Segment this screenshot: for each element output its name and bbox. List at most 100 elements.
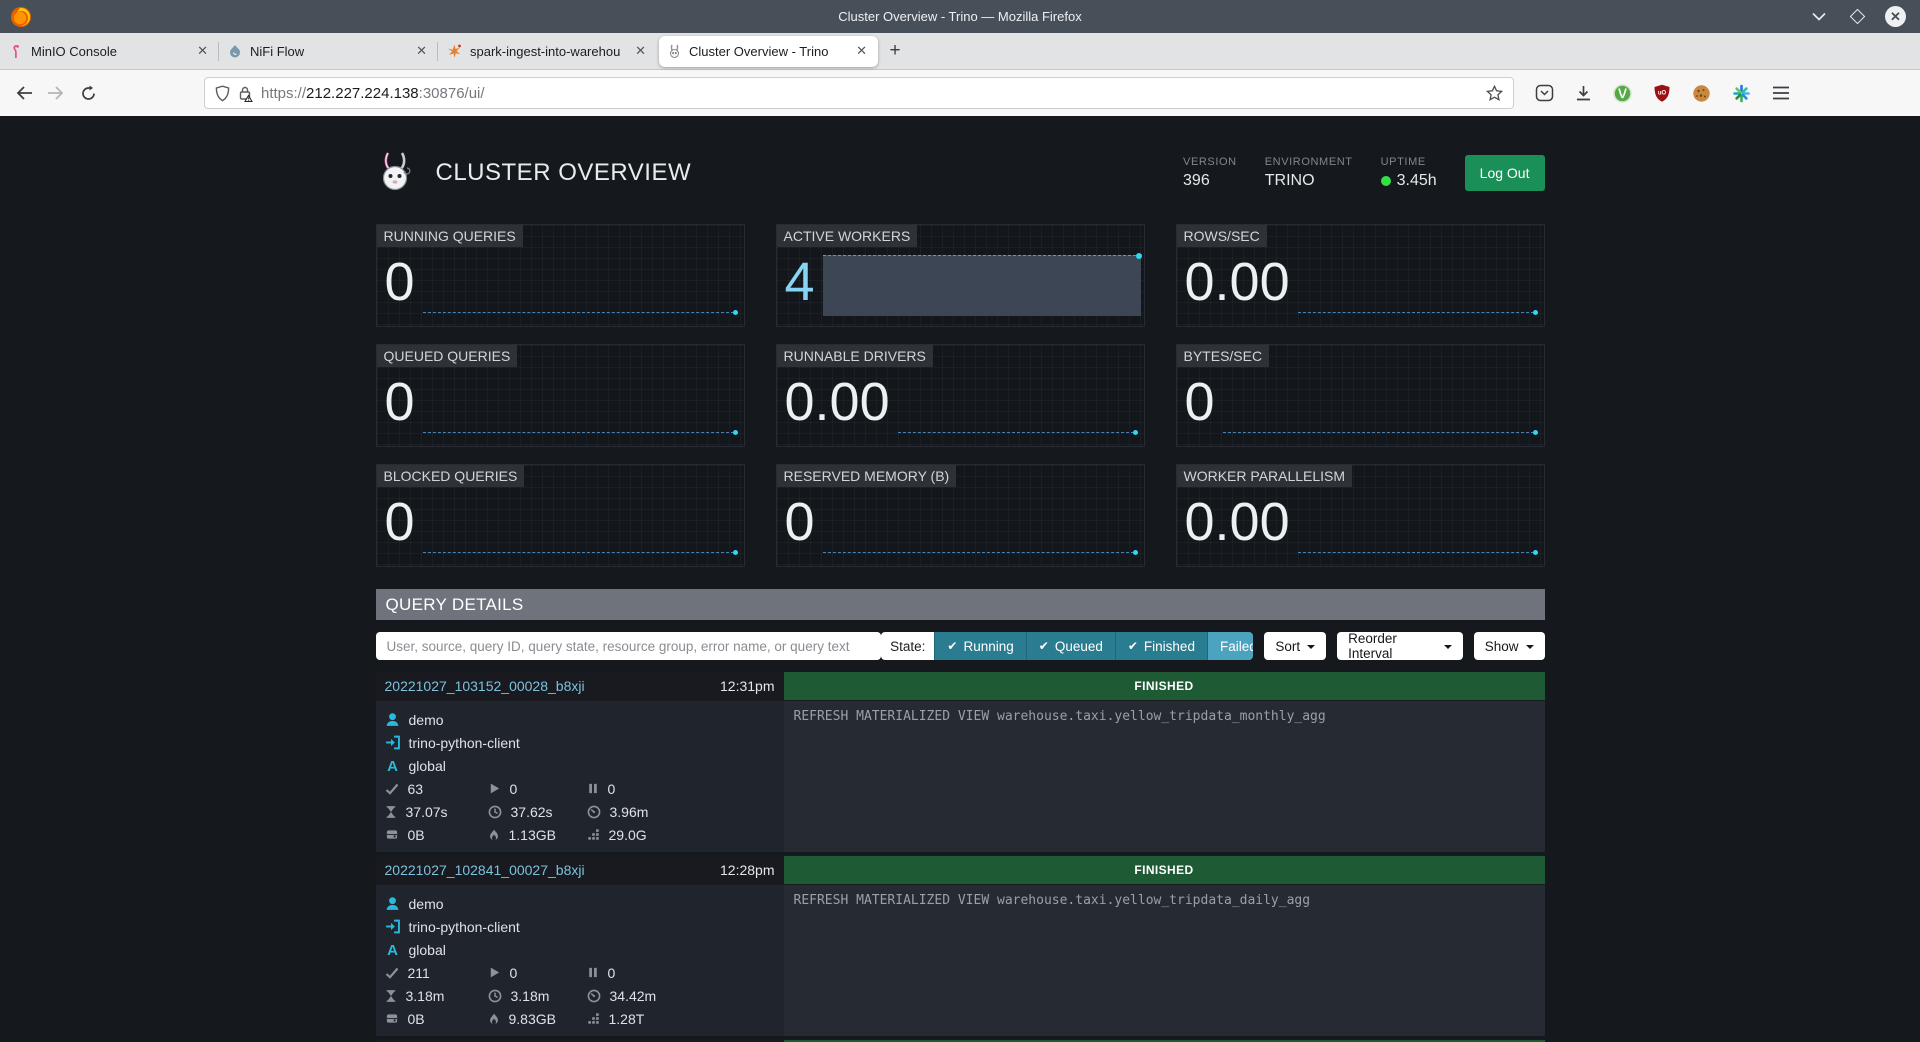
cpu-time: 3.18m — [511, 988, 550, 1004]
tab-title: Cluster Overview - Trino — [689, 44, 846, 59]
state-filter-failed-dropdown[interactable]: Failed — [1207, 632, 1253, 660]
sparkline — [423, 247, 741, 319]
downloads-icon[interactable] — [1575, 85, 1592, 102]
window-close-button[interactable]: ✕ — [1885, 6, 1906, 27]
sparkline — [423, 487, 741, 559]
stat-label: RESERVED MEMORY (B) — [777, 465, 957, 487]
environment-value: TRINO — [1265, 172, 1353, 190]
query-source: trino-python-client — [409, 919, 520, 935]
ublock-origin-icon[interactable]: uO — [1653, 84, 1671, 102]
query-row: 20221027_103152_00028_b8xji 12:31pm FINI… — [376, 671, 1545, 852]
window-title: Cluster Overview - Trino — Mozilla Firef… — [0, 9, 1920, 24]
stat-tile-reserved-memory: RESERVED MEMORY (B) 0 — [776, 464, 1145, 567]
stat-label: WORKER PARALLELISM — [1177, 465, 1353, 487]
url-bar[interactable]: https://212.227.224.138:30876/ui/ — [204, 77, 1514, 109]
forward-button[interactable] — [40, 77, 72, 109]
stat-tile-active-workers: ACTIVE WORKERS 4 — [776, 224, 1145, 327]
stat-value: 0 — [785, 487, 815, 559]
completed-splits: 211 — [408, 965, 430, 981]
tab-close-icon[interactable]: ✕ — [414, 43, 429, 59]
running-splits: 0 — [510, 965, 518, 981]
bookmark-star-icon[interactable] — [1486, 85, 1503, 101]
logout-button[interactable]: Log Out — [1465, 155, 1545, 191]
reorder-interval-dropdown[interactable]: Reorder Interval — [1337, 632, 1463, 660]
query-search-input[interactable] — [376, 632, 882, 660]
query-row: 20221027_102841_00027_b8xji 12:28pm FINI… — [376, 855, 1545, 1036]
browser-toolbar: https://212.227.224.138:30876/ui/ uO — [0, 70, 1920, 116]
extension-green-icon[interactable] — [1613, 84, 1632, 103]
url-text[interactable]: https://212.227.224.138:30876/ui/ — [261, 85, 1478, 102]
show-dropdown[interactable]: Show — [1474, 632, 1545, 660]
current-memory-drive-icon — [385, 1012, 399, 1025]
cumulative-memory: 29.0G — [609, 827, 647, 843]
chevron-down-icon — [1526, 645, 1534, 649]
tab-nifi-flow[interactable]: NiFi Flow ✕ — [219, 33, 438, 70]
query-status-badge: FINISHED — [784, 856, 1545, 884]
total-cpu-time: 34.42m — [610, 988, 657, 1004]
completed-splits: 63 — [408, 781, 424, 797]
stat-tile-queued-queries: QUEUED QUERIES 0 — [376, 344, 745, 447]
shield-icon[interactable] — [215, 85, 230, 102]
window-maximize-button[interactable] — [1847, 7, 1867, 27]
tab-title: spark-ingest-into-warehou — [470, 44, 625, 59]
uptime-meta: UPTIME 3.45h — [1381, 156, 1437, 190]
check-icon: ✔ — [947, 639, 957, 653]
page-title: CLUSTER OVERVIEW — [436, 159, 692, 187]
completed-splits-check-icon — [385, 782, 399, 796]
state-filter-running[interactable]: ✔Running — [934, 632, 1025, 660]
sparkline — [1298, 247, 1541, 319]
back-button[interactable] — [8, 77, 40, 109]
query-id-link[interactable]: 20221027_102841_00027_b8xji — [385, 862, 585, 878]
tab-title: NiFi Flow — [250, 44, 406, 59]
hamburger-menu-icon[interactable] — [1772, 86, 1790, 100]
stat-value: 0 — [1185, 367, 1215, 439]
stat-value: 0.00 — [1185, 487, 1290, 559]
window-titlebar: Cluster Overview - Trino — Mozilla Firef… — [0, 0, 1920, 33]
total-cpu-time: 3.96m — [610, 804, 649, 820]
stat-tile-running-queries: RUNNING QUERIES 0 — [376, 224, 745, 327]
extension-pinwheel-icon[interactable] — [1732, 84, 1751, 103]
sort-dropdown[interactable]: Sort — [1264, 632, 1326, 660]
stat-value-active-workers-link[interactable]: 4 — [785, 247, 815, 319]
query-time: 12:28pm — [720, 862, 774, 878]
cpu-time: 37.62s — [511, 804, 553, 820]
url-path: :30876/ui/ — [419, 85, 485, 102]
tab-minio-console[interactable]: MinIO Console ✕ — [0, 33, 219, 70]
pocket-icon[interactable] — [1535, 84, 1554, 102]
query-id-link[interactable]: 20221027_103152_00028_b8xji — [385, 678, 585, 694]
tab-spark-notebook[interactable]: spark-ingest-into-warehou ✕ — [438, 33, 657, 70]
query-resource-group: global — [409, 758, 446, 774]
stat-tile-rows-per-sec: ROWS/SEC 0.00 — [1176, 224, 1545, 327]
stat-tile-bytes-per-sec: BYTES/SEC 0 — [1176, 344, 1545, 447]
stat-value: 0.00 — [785, 367, 890, 439]
svg-text:uO: uO — [1658, 91, 1667, 97]
lock-warning-icon[interactable] — [238, 85, 253, 102]
query-details-header: QUERY DETAILS — [376, 589, 1545, 620]
state-filter-group: State: ✔Running ✔Queued ✔Finished Failed — [881, 632, 1253, 660]
query-user: demo — [409, 712, 444, 728]
query-list: 20221027_103152_00028_b8xji 12:31pm FINI… — [376, 671, 1545, 1042]
sparkline — [823, 255, 1141, 316]
stat-tile-runnable-drivers: RUNNABLE DRIVERS 0.00 — [776, 344, 1145, 447]
peak-memory: 9.83GB — [509, 1011, 556, 1027]
sparkline — [1298, 487, 1541, 559]
tab-cluster-overview-trino[interactable]: Cluster Overview - Trino ✕ — [659, 36, 878, 67]
window-minimize-button[interactable] — [1809, 7, 1829, 27]
state-filter-finished[interactable]: ✔Finished — [1115, 632, 1207, 660]
environment-meta: ENVIRONMENT TRINO — [1265, 156, 1353, 190]
check-icon: ✔ — [1039, 639, 1049, 653]
url-host: 212.227.224.138 — [306, 85, 419, 102]
tab-close-icon[interactable]: ✕ — [633, 43, 648, 59]
url-scheme: https:// — [261, 85, 306, 102]
new-tab-button[interactable]: + — [880, 36, 910, 66]
stat-label: RUNNABLE DRIVERS — [777, 345, 933, 367]
reload-button[interactable] — [72, 77, 104, 109]
cookie-extension-icon[interactable] — [1692, 84, 1711, 103]
state-filter-queued[interactable]: ✔Queued — [1026, 632, 1115, 660]
wall-time: 3.18m — [406, 988, 445, 1004]
cumulative-memory-grid-icon — [587, 828, 600, 841]
tab-close-icon[interactable]: ✕ — [854, 43, 869, 59]
tab-close-icon[interactable]: ✕ — [195, 43, 210, 59]
running-splits: 0 — [510, 781, 518, 797]
svg-text:A: A — [387, 942, 398, 957]
